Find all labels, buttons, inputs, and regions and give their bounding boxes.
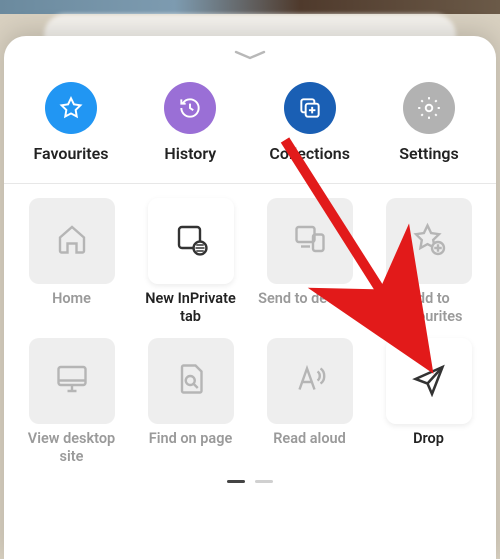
- add-favourites-label: Add to Favourites: [373, 290, 484, 328]
- page-dot-2: [255, 480, 273, 483]
- view-desktop-label: View desktop site: [16, 430, 127, 468]
- collections-button[interactable]: Collections: [265, 82, 355, 163]
- actions-grid: Home New InPrivate tab Send to devices A…: [4, 184, 496, 476]
- send-devices-label: Send to devices: [258, 290, 361, 328]
- history-button[interactable]: History: [145, 82, 235, 163]
- read-aloud-button[interactable]: Read aloud: [254, 338, 365, 468]
- home-button[interactable]: Home: [16, 198, 127, 328]
- drop-button[interactable]: Drop: [373, 338, 484, 468]
- find-label: Find on page: [149, 430, 233, 468]
- find-icon: [173, 361, 209, 401]
- collections-icon: [284, 82, 336, 134]
- find-on-page-button[interactable]: Find on page: [135, 338, 246, 468]
- primary-actions-row: Favourites History Collections Settings: [4, 68, 496, 183]
- history-icon: [164, 82, 216, 134]
- page-dot-1: [227, 480, 245, 483]
- settings-label: Settings: [399, 144, 459, 163]
- paper-plane-icon: [411, 361, 447, 401]
- star-icon: [45, 82, 97, 134]
- add-favourites-button[interactable]: Add to Favourites: [373, 198, 484, 328]
- action-sheet: Favourites History Collections Settings: [4, 36, 496, 559]
- page-indicator: [4, 480, 496, 483]
- favourites-label: Favourites: [33, 144, 108, 163]
- read-aloud-label: Read aloud: [273, 430, 346, 468]
- sheet-grabber[interactable]: [232, 46, 268, 64]
- send-to-devices-button[interactable]: Send to devices: [254, 198, 365, 328]
- drop-label: Drop: [413, 430, 444, 468]
- favourites-button[interactable]: Favourites: [26, 82, 116, 163]
- home-label: Home: [52, 290, 91, 328]
- home-icon: [54, 221, 90, 261]
- read-aloud-icon: [292, 361, 328, 401]
- inprivate-icon: [173, 221, 209, 261]
- gear-icon: [403, 82, 455, 134]
- desktop-icon: [54, 361, 90, 401]
- new-inprivate-label: New InPrivate tab: [135, 290, 246, 328]
- send-devices-icon: [292, 221, 328, 261]
- new-inprivate-tab-button[interactable]: New InPrivate tab: [135, 198, 246, 328]
- history-label: History: [164, 144, 216, 163]
- star-plus-icon: [411, 221, 447, 261]
- collections-label: Collections: [269, 144, 350, 163]
- settings-button[interactable]: Settings: [384, 82, 474, 163]
- view-desktop-site-button[interactable]: View desktop site: [16, 338, 127, 468]
